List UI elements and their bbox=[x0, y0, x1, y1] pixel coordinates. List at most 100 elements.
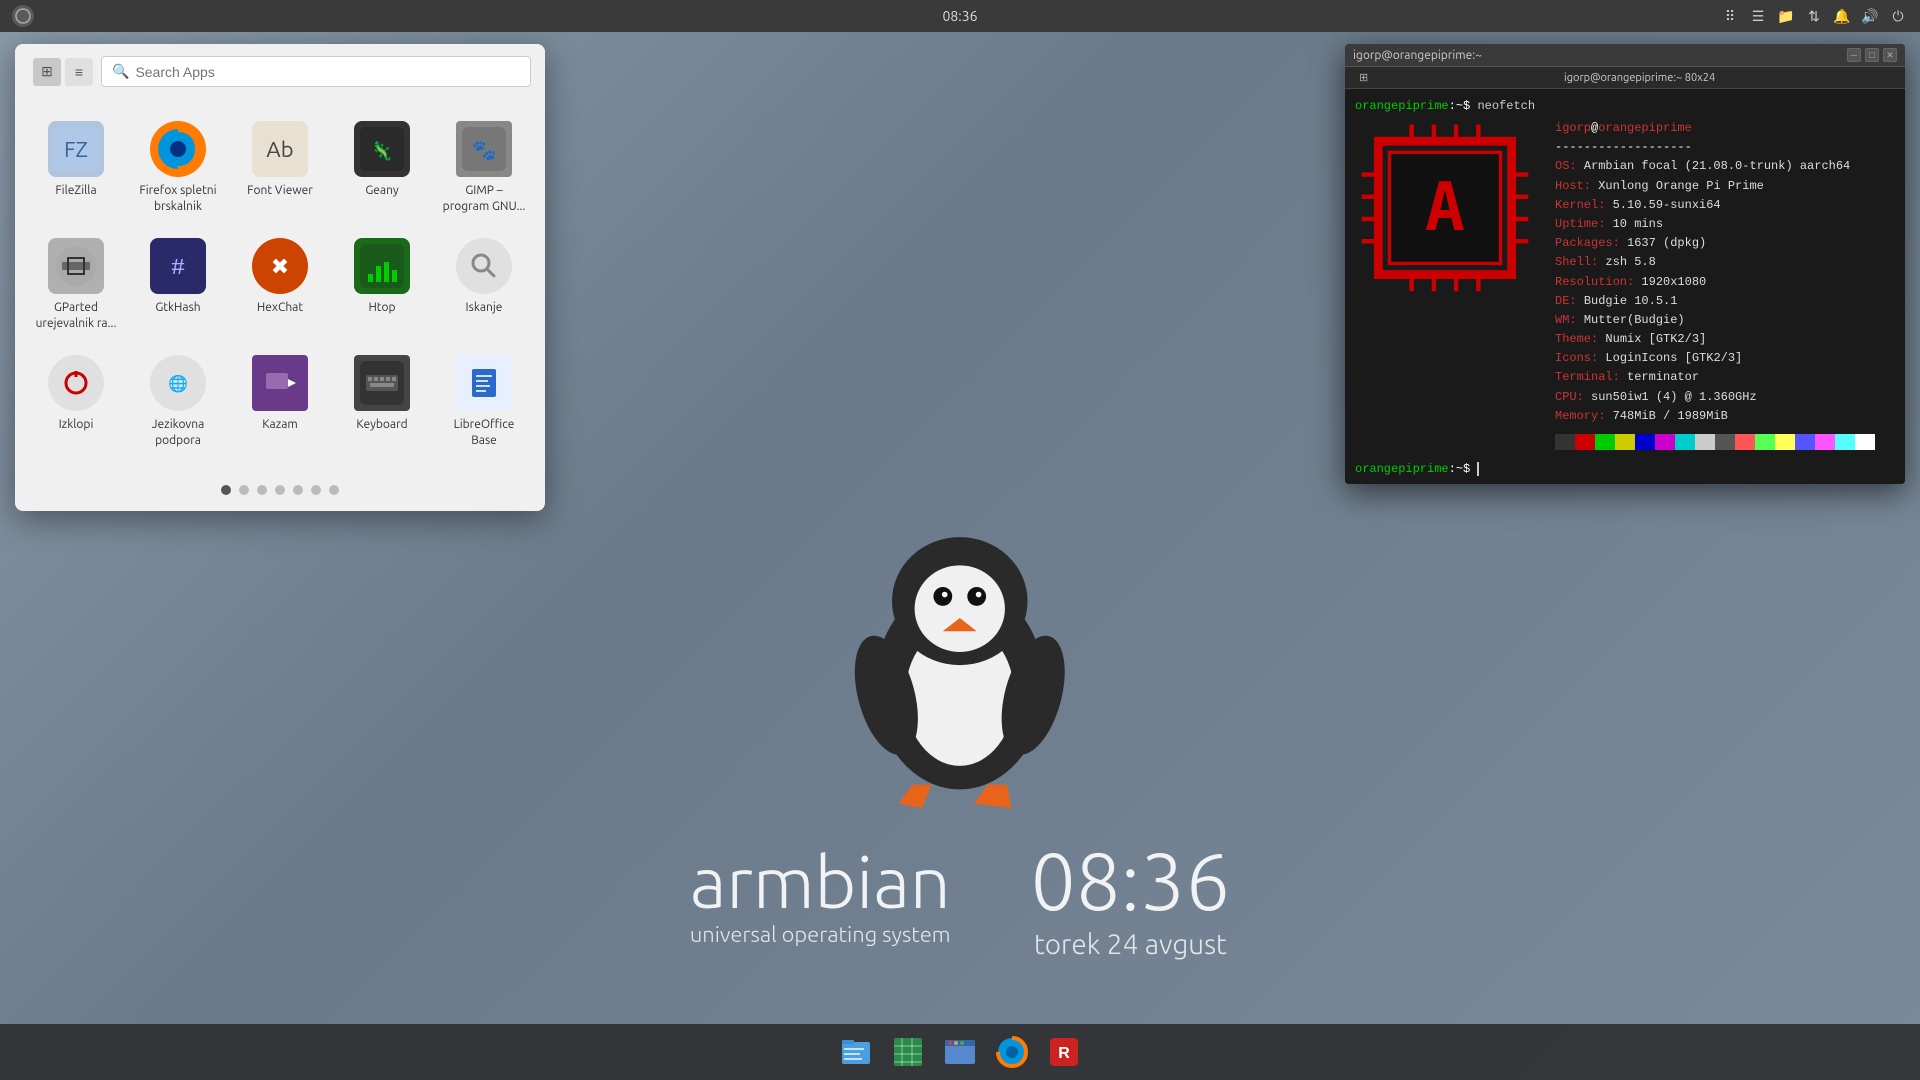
hexchat-label: HexChat bbox=[257, 300, 303, 316]
svg-text:#: # bbox=[171, 254, 185, 279]
files-icon[interactable]: 📁 bbox=[1776, 6, 1796, 26]
panel-right: ⠿ ☰ 📁 ⇅ 🔔 🔊 ⏻ bbox=[1720, 6, 1908, 26]
app-item-gtkhash[interactable]: #GtkHash bbox=[127, 226, 229, 343]
firefox-icon bbox=[150, 121, 206, 177]
geany-icon: 🦎 bbox=[354, 121, 410, 177]
svg-text:🌐: 🌐 bbox=[168, 374, 188, 393]
app-item-kazam[interactable]: Kazam bbox=[229, 343, 331, 460]
gparted-icon bbox=[48, 238, 104, 294]
armbian-name-block: armbian universal operating system bbox=[690, 841, 951, 947]
taskbar-firefox[interactable] bbox=[990, 1030, 1034, 1074]
info-user-line: igorp@orangepiprime bbox=[1555, 119, 1895, 138]
search-input[interactable] bbox=[135, 64, 520, 80]
app-item-filezilla[interactable]: FZFileZilla bbox=[25, 109, 127, 226]
terminal-title: igorp@orangepiprime:~ bbox=[1353, 49, 1482, 62]
info-os: OS: Armbian focal (21.08.0-trunk) aarch6… bbox=[1555, 157, 1895, 176]
page-dot-3[interactable] bbox=[257, 485, 267, 495]
volume-icon[interactable]: 🔊 bbox=[1860, 6, 1880, 26]
neofetch-logo: A bbox=[1355, 119, 1535, 450]
taskbar: R bbox=[0, 1024, 1920, 1080]
izklopi-icon bbox=[48, 355, 104, 411]
terminal-close[interactable]: ✕ bbox=[1883, 48, 1897, 62]
armbian-name: armbian bbox=[690, 841, 951, 922]
app-item-jezikovna[interactable]: 🌐Jezikovna podpora bbox=[127, 343, 229, 460]
desktop: 08:36 ⠿ ☰ 📁 ⇅ 🔔 🔊 ⏻ ⊞ ≡ 🔍 FZFileZilla Fir… bbox=[0, 0, 1920, 1080]
terminal-controls: ─ □ ✕ bbox=[1847, 48, 1897, 62]
app-item-keyboard[interactable]: Keyboard bbox=[331, 343, 433, 460]
info-resolution: Resolution: 1920x1080 bbox=[1555, 273, 1895, 292]
network-icon[interactable]: ⇅ bbox=[1804, 6, 1824, 26]
app-item-firefox[interactable]: Firefox spletni brskalnik bbox=[127, 109, 229, 226]
menu-icon[interactable]: ☰ bbox=[1748, 6, 1768, 26]
terminal-body[interactable]: orangepiprime:~$ neofetch A bbox=[1345, 89, 1905, 484]
firefox-label: Firefox spletni brskalnik bbox=[135, 183, 221, 214]
page-dots bbox=[15, 477, 545, 511]
app-item-gimp[interactable]: 🐾 GIMP – program GNU... bbox=[433, 109, 535, 226]
bell-icon[interactable]: 🔔 bbox=[1832, 6, 1852, 26]
terminal-inner-title: igorp@orangepiprime:~ 80x24 bbox=[1382, 72, 1897, 84]
app-item-fontviewer[interactable]: Ab Font Viewer bbox=[229, 109, 331, 226]
terminal-tab-bar: ⊞ igorp@orangepiprime:~ 80x24 bbox=[1345, 67, 1905, 89]
app-item-gparted[interactable]: GParted urejevalnik ra... bbox=[25, 226, 127, 343]
svg-text:FZ: FZ bbox=[64, 137, 88, 162]
gimp-icon: 🐾 bbox=[456, 121, 512, 177]
raven-button[interactable] bbox=[12, 5, 34, 27]
terminal-tab-icon: ⊞ bbox=[1353, 69, 1374, 86]
gtkhash-icon: # bbox=[150, 238, 206, 294]
app-item-hexchat[interactable]: ✖ HexChat bbox=[229, 226, 331, 343]
kazam-icon bbox=[252, 355, 308, 411]
page-dot-4[interactable] bbox=[275, 485, 285, 495]
page-dot-5[interactable] bbox=[293, 485, 303, 495]
taskbar-red-app[interactable]: R bbox=[1042, 1030, 1086, 1074]
app-launcher: ⊞ ≡ 🔍 FZFileZilla Firefox spletni brskaln… bbox=[15, 44, 545, 511]
info-cpu: CPU: sun50iw1 (4) @ 1.360GHz bbox=[1555, 388, 1895, 407]
dots-icon[interactable]: ⠿ bbox=[1720, 6, 1740, 26]
libreoffice-label: LibreOffice Base bbox=[441, 417, 527, 448]
terminal-maximize[interactable]: □ bbox=[1865, 48, 1879, 62]
info-wm: WM: Mutter(Budgie) bbox=[1555, 311, 1895, 330]
info-icons: Icons: LoginIcons [GTK2/3] bbox=[1555, 349, 1895, 368]
panel-time: 08:36 bbox=[942, 8, 977, 24]
info-kernel: Kernel: 5.10.59-sunxi64 bbox=[1555, 196, 1895, 215]
grid-view-button[interactable]: ⊞ bbox=[33, 58, 61, 86]
power-icon[interactable]: ⏻ bbox=[1888, 6, 1908, 26]
top-panel: 08:36 ⠿ ☰ 📁 ⇅ 🔔 🔊 ⏻ bbox=[0, 0, 1920, 32]
info-packages: Packages: 1637 (dpkg) bbox=[1555, 234, 1895, 253]
app-grid: FZFileZilla Firefox spletni brskalnik Ab Fo… bbox=[15, 99, 545, 477]
page-dot-6[interactable] bbox=[311, 485, 321, 495]
info-separator: ------------------- bbox=[1555, 138, 1895, 157]
app-item-htop[interactable]: Htop bbox=[331, 226, 433, 343]
penguin-logo bbox=[820, 507, 1100, 827]
terminal-prompt-line: orangepiprime:~$ neofetch bbox=[1355, 97, 1895, 115]
page-dot-2[interactable] bbox=[239, 485, 249, 495]
desktop-clock-time: 08:36 bbox=[1031, 841, 1231, 921]
armbian-branding: armbian universal operating system 08:36… bbox=[690, 507, 1230, 960]
fontviewer-icon: Ab bbox=[252, 121, 308, 177]
info-memory: Memory: 748MiB / 1989MiB bbox=[1555, 407, 1895, 426]
list-view-button[interactable]: ≡ bbox=[65, 58, 93, 86]
taskbar-spreadsheet[interactable] bbox=[886, 1030, 930, 1074]
app-item-iskanje[interactable]: Iskanje bbox=[433, 226, 535, 343]
page-dot-7[interactable] bbox=[329, 485, 339, 495]
svg-text:R: R bbox=[1058, 1045, 1070, 1062]
search-container: 🔍 bbox=[101, 56, 531, 87]
app-item-geany[interactable]: 🦎Geany bbox=[331, 109, 433, 226]
neofetch-output: A bbox=[1355, 119, 1895, 450]
terminal-window: igorp@orangepiprime:~ ─ □ ✕ ⊞ igorp@oran… bbox=[1345, 44, 1905, 484]
armbian-text-block: armbian universal operating system 08:36… bbox=[690, 841, 1230, 960]
page-dot-1[interactable] bbox=[221, 485, 231, 495]
app-item-izklopi[interactable]: Izklopi bbox=[25, 343, 127, 460]
gimp-label: GIMP – program GNU... bbox=[441, 183, 527, 214]
htop-icon bbox=[354, 238, 410, 294]
info-theme: Theme: Numix [GTK2/3] bbox=[1555, 330, 1895, 349]
clock-block: 08:36 torek 24 avgust bbox=[1031, 841, 1231, 960]
app-item-libreoffice[interactable]: LibreOffice Base bbox=[433, 343, 535, 460]
terminal-minimize[interactable]: ─ bbox=[1847, 48, 1861, 62]
svg-text:✖: ✖ bbox=[271, 254, 289, 279]
fontviewer-label: Font Viewer bbox=[247, 183, 313, 199]
izklopi-label: Izklopi bbox=[59, 417, 94, 433]
hexchat-icon: ✖ bbox=[252, 238, 308, 294]
taskbar-files[interactable] bbox=[834, 1030, 878, 1074]
svg-text:🐾: 🐾 bbox=[472, 138, 497, 162]
taskbar-browser[interactable] bbox=[938, 1030, 982, 1074]
